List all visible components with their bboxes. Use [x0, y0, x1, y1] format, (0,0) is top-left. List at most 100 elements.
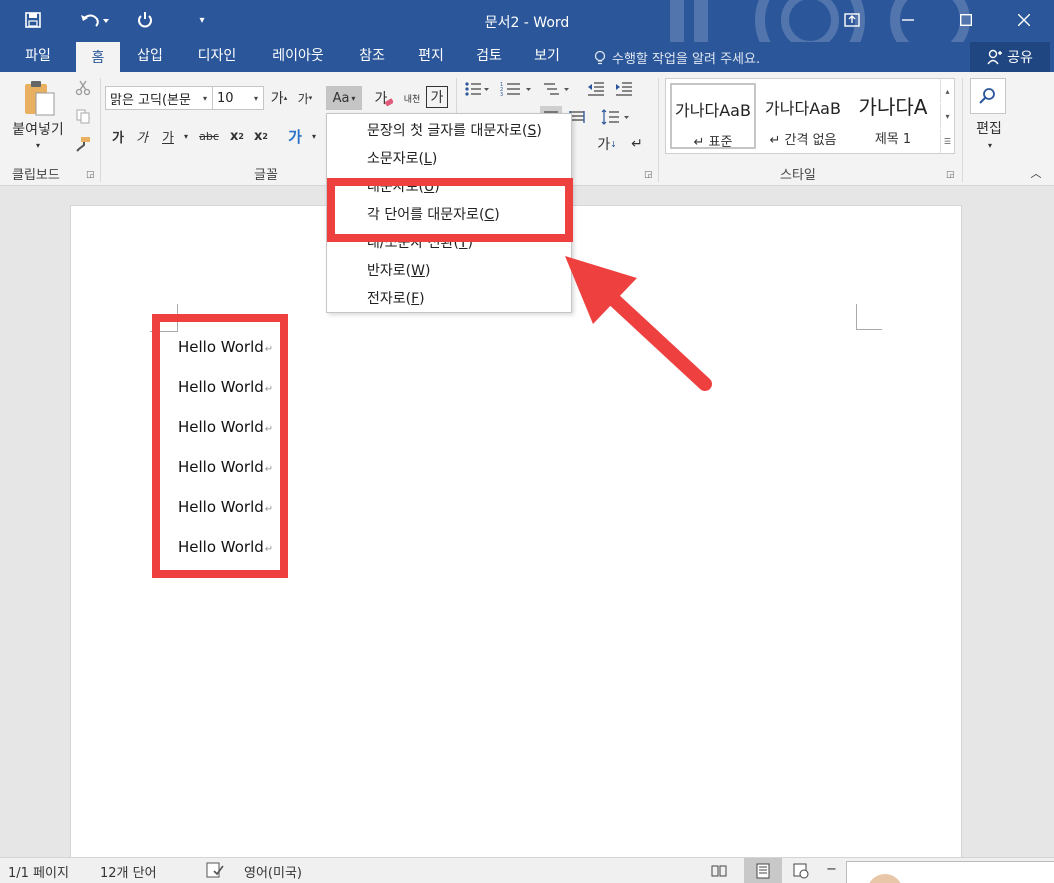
superscript-button[interactable]: x2	[250, 124, 272, 148]
clipboard-group-label: 클립보드	[12, 168, 60, 183]
font-size-combo[interactable]: 10 ▾	[212, 86, 264, 110]
highlight-box-menu	[327, 178, 573, 242]
tell-me-box[interactable]: 수행할 작업을 알려 주세요.	[594, 48, 760, 67]
annotation-arrow-icon	[565, 256, 712, 391]
menu-item-full-width[interactable]: 전자로(F)	[367, 288, 425, 308]
font-group-label: 글꼴	[254, 168, 278, 183]
grow-font-button[interactable]: 가 ▴	[268, 86, 290, 110]
sort-button[interactable]: 가 ↓	[596, 132, 618, 156]
paragraph-mark-icon[interactable]: ↵	[626, 132, 648, 156]
clear-formatting-button[interactable]: 가	[372, 86, 396, 110]
shrink-font-button[interactable]: 가 ▾	[294, 86, 316, 110]
tab-view[interactable]: 보기	[524, 42, 570, 72]
clipboard-launcher-icon[interactable]: ◲	[86, 170, 95, 180]
ribbon-tabs: 파일 홈 삽입 디자인 레이아웃 참조 편지 검토 보기 수행할 작업을 알려 …	[0, 42, 1054, 72]
tab-layout[interactable]: 레이아웃	[260, 42, 336, 72]
styles-launcher-icon[interactable]: ◲	[946, 170, 955, 180]
multilevel-list-icon[interactable]	[540, 78, 572, 100]
menu-item-half-width[interactable]: 반자로(W)	[367, 260, 430, 280]
numbering-icon[interactable]: 123	[498, 78, 536, 100]
person-icon	[987, 49, 1003, 65]
paste-dropdown-icon[interactable]: ▾	[30, 138, 46, 152]
paragraph-launcher-icon[interactable]: ◲	[644, 170, 653, 180]
character-border-button[interactable]: 가	[426, 86, 448, 108]
style-preview: 가나다A	[858, 95, 928, 119]
word-count[interactable]: 12개 단어	[100, 862, 157, 881]
menu-item-key: L	[424, 151, 432, 167]
change-case-button[interactable]: Aa ▾	[326, 86, 362, 110]
style-preview: 가나다AaB	[765, 99, 841, 118]
separator	[962, 78, 963, 182]
styles-gallery: 가나다AaB ↵ 표준 가나다AaB ↵ 간격 없음 가나다A 제목 1 ▴ ▾…	[665, 78, 955, 154]
chevron-down-icon[interactable]: ▾	[180, 124, 192, 148]
copy-icon[interactable]	[72, 106, 94, 126]
maximize-icon[interactable]	[944, 4, 988, 36]
tab-home[interactable]: 홈	[76, 42, 120, 72]
change-case-label: Aa	[332, 90, 350, 106]
share-button[interactable]: 공유	[970, 42, 1050, 72]
line-spacing-icon[interactable]	[598, 106, 634, 128]
subscript-label: x	[230, 128, 239, 144]
underline-button[interactable]: 가	[158, 124, 178, 148]
style-no-spacing[interactable]: 가나다AaB ↵ 간격 없음	[760, 83, 846, 149]
title-bar: ▾ 문서2 - Word	[0, 0, 1054, 42]
tab-file[interactable]: 파일	[12, 42, 64, 72]
menu-item-lowercase[interactable]: 소문자로(L)	[367, 148, 437, 168]
paste-icon[interactable]	[16, 78, 62, 120]
format-painter-icon[interactable]	[72, 134, 94, 154]
collapse-ribbon-icon[interactable]: ︿	[1028, 166, 1044, 180]
cut-icon[interactable]	[72, 78, 94, 98]
menu-item-sentence-case[interactable]: 문장의 첫 글자를 대문자로(S)	[367, 120, 542, 140]
tab-references[interactable]: 참조	[348, 42, 396, 72]
font-name-combo[interactable]: 맑은 고딕(본문 ▾	[105, 86, 213, 110]
overlay-thumbnail	[846, 861, 1054, 883]
tab-review[interactable]: 검토	[466, 42, 512, 72]
chevron-down-icon[interactable]: ▾	[940, 104, 954, 128]
chevron-down-icon[interactable]: ▾	[982, 138, 998, 152]
menu-item-key: F	[411, 291, 420, 307]
print-layout-icon[interactable]	[744, 858, 782, 883]
bold-button[interactable]: 가	[108, 124, 128, 148]
ribbon-display-icon[interactable]	[830, 4, 874, 36]
style-name: 제목 1	[874, 132, 912, 147]
close-icon[interactable]	[1002, 4, 1046, 36]
minimize-icon[interactable]	[886, 4, 930, 36]
font-size-value: 10	[217, 90, 234, 106]
phonetic-guide-button[interactable]: 내천	[400, 86, 424, 110]
italic-button[interactable]: 가	[132, 124, 152, 148]
menu-item-key: W	[411, 263, 425, 279]
page-count[interactable]: 1/1 페이지	[8, 862, 69, 881]
search-icon[interactable]	[970, 78, 1006, 114]
language-indicator[interactable]: 영어(미국)	[244, 862, 302, 881]
chevron-up-icon[interactable]: ▴	[940, 79, 954, 103]
paste-label[interactable]: 붙여넣기	[6, 120, 70, 138]
tab-design[interactable]: 디자인	[186, 42, 248, 72]
subscript-mark: 2	[238, 131, 244, 141]
menu-item-label: 문장의 첫 글자를 대문자로	[367, 123, 523, 139]
editing-button[interactable]: 편집	[968, 118, 1010, 138]
chevron-down-icon[interactable]: ▾	[308, 124, 320, 148]
tab-insert[interactable]: 삽입	[126, 42, 174, 72]
chevron-down-icon: ▾	[351, 93, 356, 103]
style-normal[interactable]: 가나다AaB ↵ 표준	[670, 83, 756, 150]
proofing-icon[interactable]	[206, 862, 224, 882]
strikethrough-button[interactable]: abc	[196, 124, 222, 148]
web-layout-icon[interactable]	[786, 858, 816, 883]
tell-me-text: 수행할 작업을 알려 주세요.	[612, 52, 761, 67]
chevron-down-icon[interactable]: ▾	[198, 87, 212, 109]
shrink-font-label: 가	[297, 91, 309, 106]
decrease-indent-icon[interactable]	[584, 78, 608, 100]
text-effects-button[interactable]: 가	[284, 124, 306, 148]
styles-group-label: 스타일	[780, 168, 816, 183]
tab-mailings[interactable]: 편지	[408, 42, 454, 72]
style-heading-1[interactable]: 가나다A 제목 1	[850, 83, 936, 149]
eraser-icon	[385, 98, 394, 106]
read-mode-icon[interactable]	[704, 858, 734, 883]
zoom-out-button[interactable]: −	[826, 862, 837, 877]
sort-label: 가	[597, 137, 611, 153]
bullets-icon[interactable]	[462, 78, 492, 100]
increase-indent-icon[interactable]	[612, 78, 636, 100]
subscript-button[interactable]: x2	[226, 124, 248, 148]
chevron-down-icon[interactable]: ▾	[249, 87, 263, 109]
more-styles-icon[interactable]: ☰	[940, 129, 954, 153]
